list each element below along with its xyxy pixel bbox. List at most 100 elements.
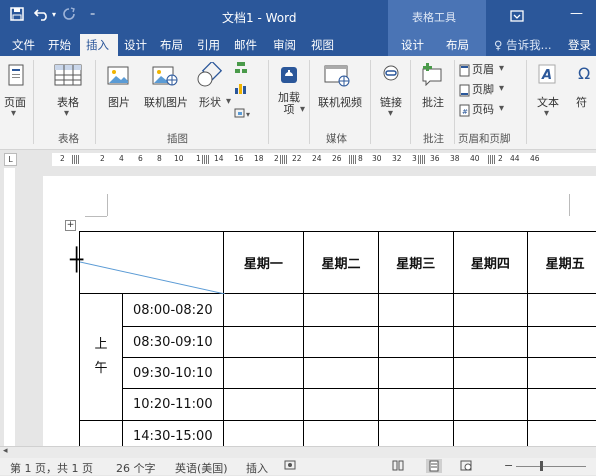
tab-selector-icon[interactable]: L (4, 153, 17, 166)
table-cell[interactable] (528, 327, 596, 358)
shapes-dropdown-icon[interactable]: ▾ (226, 96, 231, 107)
table-cell[interactable] (378, 421, 453, 447)
table-cell[interactable] (528, 421, 596, 447)
minimize-icon[interactable]: — (570, 6, 583, 21)
tab-mailings[interactable]: 邮件 (234, 37, 257, 53)
table-cell[interactable] (378, 327, 453, 358)
table-cell[interactable] (223, 421, 303, 447)
web-layout-icon[interactable] (460, 460, 472, 474)
table-cell[interactable] (453, 358, 528, 389)
online-picture-button[interactable]: 联机图片 (140, 94, 192, 110)
ribbon-display-icon[interactable] (510, 7, 524, 26)
diagonal-header-cell[interactable]: ┼ (80, 232, 224, 294)
tab-design[interactable]: 设计 (124, 37, 147, 53)
time-cell[interactable]: 14:30-15:00 (122, 421, 223, 447)
period-cell[interactable]: 上 午 (80, 294, 123, 421)
tab-table-design[interactable]: 设计 (401, 37, 424, 53)
table-cell[interactable] (453, 389, 528, 421)
table-cell[interactable] (304, 421, 379, 447)
table-dropdown-icon[interactable]: ▾ (64, 108, 69, 119)
insert-mode[interactable]: 插入 (246, 460, 268, 476)
table-cell[interactable] (528, 294, 596, 327)
undo-dropdown-icon[interactable]: ▾ (52, 10, 56, 19)
header-cell[interactable]: 星期五 (528, 232, 596, 294)
print-layout-icon[interactable] (426, 459, 442, 473)
table-cell[interactable] (304, 327, 379, 358)
page-count[interactable]: 第 1 页，共 1 页 (10, 460, 93, 476)
tell-me-box[interactable]: ♀ 告诉我... (494, 37, 552, 53)
page-number-button[interactable]: 页码 (472, 101, 494, 117)
table-cell[interactable] (304, 389, 379, 421)
table-move-handle-icon[interactable]: + (65, 220, 76, 231)
shapes-button[interactable]: 形状 (196, 94, 224, 110)
header-cell[interactable]: 星期四 (453, 232, 528, 294)
ruler-column-marker[interactable] (418, 155, 425, 164)
addins-dropdown-icon[interactable]: ▾ (300, 104, 305, 115)
table-cell[interactable] (378, 389, 453, 421)
tab-layout[interactable]: 布局 (160, 37, 183, 53)
zoom-out-icon[interactable]: − (504, 459, 513, 472)
zoom-slider[interactable] (516, 466, 586, 467)
table-cell[interactable] (223, 389, 303, 421)
table-cell[interactable] (223, 358, 303, 389)
time-cell[interactable]: 10:20-11:00 (122, 389, 223, 421)
tab-table-layout[interactable]: 布局 (446, 37, 469, 53)
customize-icon[interactable]: ₌ (90, 8, 95, 19)
page-number-dropdown-icon[interactable]: ▾ (499, 103, 504, 114)
screenshot-icon[interactable]: ▾ (234, 104, 254, 123)
table-cell[interactable] (223, 327, 303, 358)
table-cell[interactable] (304, 358, 379, 389)
table-cell[interactable] (528, 389, 596, 421)
time-cell[interactable]: 08:30-09:10 (122, 327, 223, 358)
header-dropdown-icon[interactable]: ▾ (499, 63, 504, 74)
vertical-ruler[interactable] (0, 168, 17, 446)
table-cell[interactable] (528, 358, 596, 389)
table-cell[interactable] (453, 327, 528, 358)
ruler-column-marker[interactable] (72, 155, 79, 164)
tab-insert[interactable]: 插入 (80, 34, 118, 56)
table-cell[interactable] (304, 294, 379, 327)
read-mode-icon[interactable] (392, 460, 404, 474)
header-cell[interactable]: 星期一 (223, 232, 303, 294)
symbol-button[interactable]: 符 (576, 94, 587, 110)
header-button[interactable]: 页眉 (472, 61, 494, 77)
ruler-column-marker[interactable] (202, 155, 209, 164)
macro-record-icon[interactable] (284, 459, 296, 474)
comment-button[interactable]: 批注 (418, 94, 448, 110)
save-icon[interactable] (10, 7, 24, 25)
zoom-slider-thumb[interactable] (540, 461, 543, 471)
footer-dropdown-icon[interactable]: ▾ (499, 83, 504, 94)
redo-icon[interactable] (62, 7, 76, 25)
time-cell[interactable]: 08:00-08:20 (122, 294, 223, 327)
footer-button[interactable]: 页脚 (472, 81, 494, 97)
schedule-table[interactable]: ┼ 星期一 星期二 星期三 星期四 星期五 上 午 08:00-08:20 08… (79, 231, 596, 446)
word-count[interactable]: 26 个字 (116, 460, 156, 476)
page-dropdown-icon[interactable]: ▾ (11, 108, 16, 119)
chart-icon[interactable] (234, 80, 248, 99)
undo-icon[interactable] (34, 7, 50, 25)
language[interactable]: 英语(美国) (175, 460, 228, 476)
text-dropdown-icon[interactable]: ▾ (544, 108, 549, 119)
scroll-left-icon[interactable]: ◂ (3, 446, 8, 456)
ruler-column-marker[interactable] (488, 155, 495, 164)
header-cell[interactable]: 星期二 (304, 232, 379, 294)
link-dropdown-icon[interactable]: ▾ (388, 108, 393, 119)
document-page[interactable]: + ┼ 星期一 星期二 星期三 星期四 星期五 上 午 08:00-08:20 (43, 176, 596, 446)
online-video-button[interactable]: 联机视频 (314, 94, 366, 110)
tab-references[interactable]: 引用 (197, 37, 220, 53)
horizontal-ruler[interactable]: 2 2 4 6 8 10 1 14 16 18 2 22 24 26 8 30 … (52, 153, 596, 166)
period-cell[interactable] (80, 421, 123, 447)
table-cell[interactable] (453, 294, 528, 327)
tab-review[interactable]: 审阅 (273, 37, 296, 53)
time-cell[interactable]: 09:30-10:10 (122, 358, 223, 389)
picture-button[interactable]: 图片 (105, 94, 133, 110)
header-cell[interactable]: 星期三 (378, 232, 453, 294)
sign-in-link[interactable]: 登录 (568, 37, 591, 53)
table-cell[interactable] (378, 294, 453, 327)
tab-file[interactable]: 文件 (12, 37, 35, 53)
ruler-column-marker[interactable] (349, 155, 356, 164)
tab-view[interactable]: 视图 (311, 37, 334, 53)
table-cell[interactable] (378, 358, 453, 389)
table-cell[interactable] (453, 421, 528, 447)
tab-home[interactable]: 开始 (48, 37, 71, 53)
